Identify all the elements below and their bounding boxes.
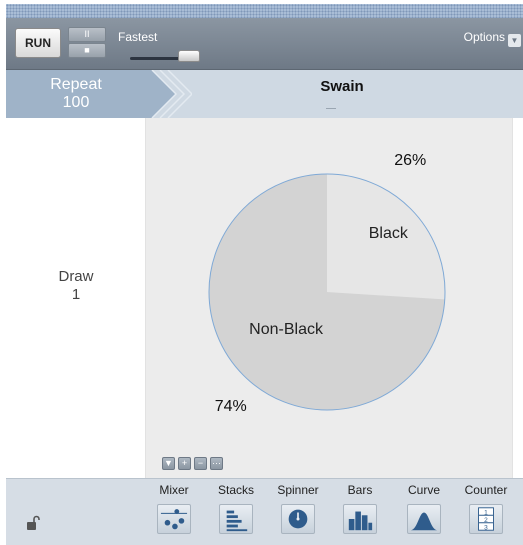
mixer-icon [157, 504, 191, 534]
draw-panel: Draw 1 [6, 118, 146, 478]
counter-icon: 1 2 3 [469, 504, 503, 534]
stacks-device[interactable]: Stacks [208, 483, 264, 541]
chevron-right-icon [138, 70, 192, 118]
lock-open-icon[interactable] [26, 515, 40, 531]
repeat-section[interactable]: Repeat 100 [6, 70, 146, 118]
header-band: Repeat 100 Swain [6, 70, 523, 118]
collapse-button[interactable]: ▼ [162, 457, 175, 470]
top-dotted-strip [6, 4, 523, 18]
mixer-label: Mixer [159, 483, 189, 497]
non-black-slice-label: Non-Black [249, 321, 323, 339]
stacks-label: Stacks [217, 483, 254, 497]
pie-chart [208, 173, 446, 411]
model-title[interactable]: Swain [192, 78, 492, 95]
app-window: RUN II ■ Fastest Options ▼ Repeat 100 Swa… [0, 0, 523, 545]
curve-label: Curve [407, 483, 440, 497]
spinner-device[interactable]: Spinner [270, 483, 326, 541]
draw-label: Draw [58, 268, 94, 285]
zoom-in-button[interactable]: + [178, 457, 191, 470]
zoom-out-button[interactable]: − [194, 457, 207, 470]
counter-digit-2: 2 [484, 517, 488, 524]
repeat-value[interactable]: 100 [6, 94, 146, 112]
counter-device[interactable]: Counter 1 2 3 [458, 483, 514, 541]
run-button[interactable]: RUN [15, 28, 61, 58]
spinner-icon [281, 504, 315, 534]
counter-label: Counter [464, 483, 508, 497]
black-percent-label: 26% [394, 152, 427, 170]
bars-icon [343, 504, 377, 534]
repeat-label: Repeat [50, 76, 102, 93]
bars-device[interactable]: Bars [332, 483, 388, 541]
title-underline [326, 108, 336, 109]
pause-button[interactable]: II [68, 27, 106, 42]
stop-button[interactable]: ■ [68, 43, 106, 58]
curve-device[interactable]: Curve [396, 483, 452, 541]
spinner-label: Spinner [277, 483, 319, 497]
chevron-down-icon: ▼ [508, 34, 521, 47]
speed-label: Fastest [118, 30, 158, 44]
draw-value[interactable]: 1 [6, 286, 146, 304]
speed-slider-knob[interactable] [178, 50, 200, 62]
more-button[interactable]: ··· [210, 457, 223, 470]
non-black-percent-label: 74% [214, 398, 247, 416]
right-strip [512, 118, 523, 478]
toolbar: RUN II ■ Fastest Options ▼ [6, 18, 523, 70]
device-bar: Mixer Stacks Spinner Bars Curve Counter … [6, 478, 523, 545]
black-slice-label: Black [368, 225, 408, 243]
bars-label: Bars [347, 483, 373, 497]
mixer-device[interactable]: Mixer [146, 483, 202, 541]
counter-digit-1: 1 [484, 509, 488, 516]
stacks-icon [219, 504, 253, 534]
curve-icon [407, 504, 441, 534]
options-menu[interactable]: Options ▼ [464, 30, 521, 47]
counter-digit-3: 3 [484, 524, 488, 531]
zoom-controls: ▼ + − ··· [162, 457, 226, 471]
chart-canvas: 26% Black Non-Black 74% ▼ + − ··· [146, 118, 512, 478]
options-label: Options [463, 30, 505, 44]
